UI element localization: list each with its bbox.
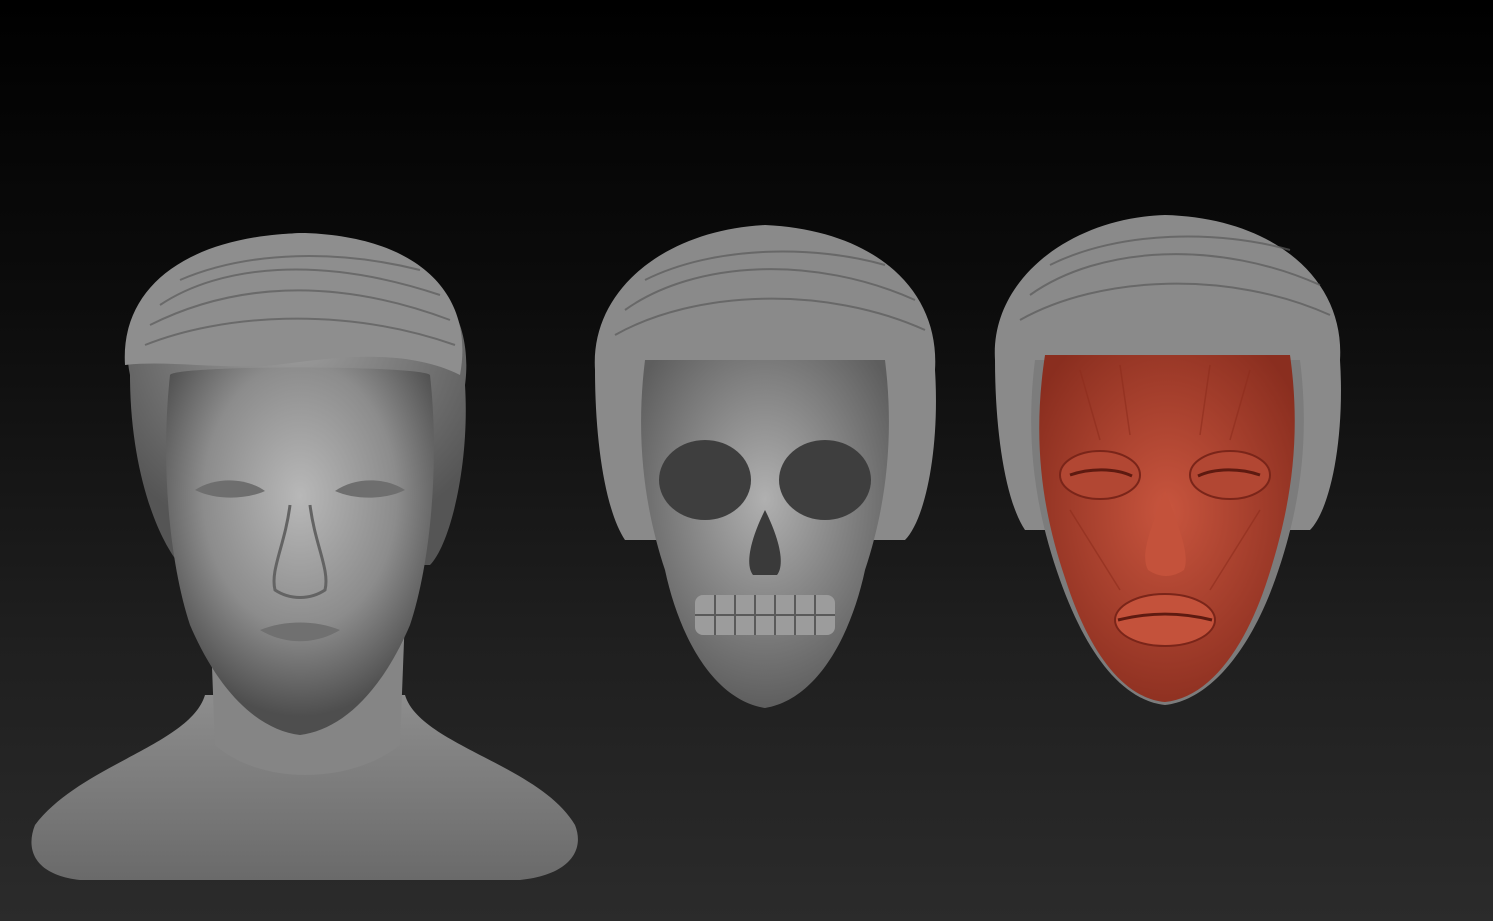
facial-muscle-model[interactable] bbox=[990, 210, 1345, 710]
3d-viewport[interactable] bbox=[0, 0, 1493, 921]
skull-model[interactable] bbox=[585, 220, 945, 715]
head-bust-model[interactable] bbox=[20, 225, 585, 890]
